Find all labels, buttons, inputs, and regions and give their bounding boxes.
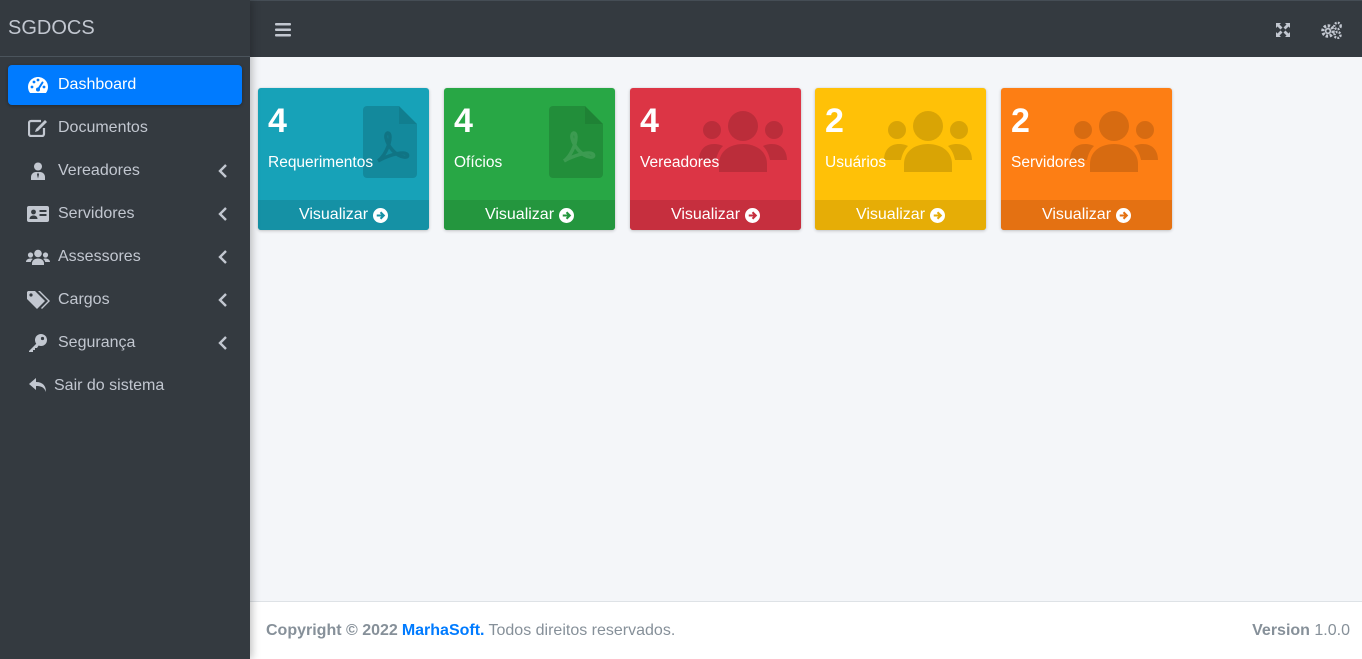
version-number: 1.0.0	[1314, 621, 1350, 639]
sidebar-item-label: Segurança	[58, 334, 136, 351]
arrow-circle-right-icon	[745, 207, 761, 223]
users-icon	[884, 111, 972, 172]
sidebar-item-dashboard[interactable]: Dashboard	[8, 65, 242, 105]
sidebar-menu: Dashboard Documentos Vereadores Servidor…	[0, 57, 250, 406]
sidebar-item-label: Documentos	[58, 119, 148, 136]
arrow-circle-right-icon	[559, 207, 575, 223]
card-view-link[interactable]: Visualizar	[258, 200, 429, 230]
card-label: Vereadores	[640, 154, 720, 171]
sidebar-item-label: Vereadores	[58, 162, 140, 179]
card-label: Ofícios	[454, 154, 503, 171]
sidebar-item-assessores[interactable]: Assessores	[8, 237, 242, 277]
copyright-text: Copyright © 2022	[266, 621, 398, 639]
version-info: Version 1.0.0	[1252, 622, 1350, 640]
expand-icon	[1276, 23, 1290, 37]
chevron-left-icon	[218, 207, 227, 221]
company-link[interactable]: MarhaSoft.	[402, 622, 485, 640]
card-label: Servidores	[1011, 154, 1086, 171]
top-navbar	[250, 0, 1362, 57]
card-view-link[interactable]: Visualizar	[444, 200, 615, 230]
view-link-label: Visualizar	[670, 206, 741, 223]
hamburger-icon	[275, 23, 291, 37]
arrow-circle-right-icon	[930, 207, 946, 223]
chevron-left-icon	[218, 293, 227, 307]
reply-icon	[26, 376, 50, 396]
cogs-icon	[1321, 21, 1342, 39]
card-view-link[interactable]: Visualizar	[630, 200, 801, 230]
card-label: Usuários	[825, 154, 887, 171]
id-card-icon	[26, 204, 50, 224]
chevron-left-icon	[218, 164, 227, 178]
sidebar-item-label: Cargos	[58, 291, 110, 308]
sidebar-item-seguranca[interactable]: Segurança	[8, 323, 242, 363]
card-vereadores: 4 Vereadores Visualizar	[630, 88, 801, 230]
sidebar-item-label: Sair do sistema	[54, 377, 165, 394]
arrow-circle-right-icon	[373, 207, 389, 223]
sidebar-item-servidores[interactable]: Servidores	[8, 194, 242, 234]
tags-icon	[26, 290, 50, 310]
card-count: 4	[640, 102, 659, 140]
sidebar-item-label: Servidores	[58, 205, 135, 222]
users-icon	[26, 247, 50, 267]
sidebar-item-documentos[interactable]: Documentos	[8, 108, 242, 148]
fullscreen-button[interactable]	[1272, 19, 1294, 41]
view-link-label: Visualizar	[298, 206, 369, 223]
card-servidores: 2 Servidores Visualizar	[1001, 88, 1172, 230]
sidebar-item-vereadores[interactable]: Vereadores	[8, 151, 242, 191]
card-count: 4	[268, 102, 287, 140]
key-icon	[26, 333, 50, 353]
card-oficios: 4 Ofícios Visualizar	[444, 88, 615, 230]
rights-text: Todos direitos reservados.	[488, 621, 676, 639]
card-view-link[interactable]: Visualizar	[1001, 200, 1172, 230]
sidebar-item-cargos[interactable]: Cargos	[8, 280, 242, 320]
card-count: 4	[454, 102, 473, 140]
sidebar-item-sair[interactable]: Sair do sistema	[8, 366, 242, 406]
user-tie-icon	[26, 161, 50, 181]
chevron-left-icon	[218, 250, 227, 264]
control-sidebar-button[interactable]	[1321, 19, 1343, 41]
sidebar-item-label: Dashboard	[58, 76, 137, 93]
view-link-label: Visualizar	[1041, 206, 1112, 223]
card-view-link[interactable]: Visualizar	[815, 200, 986, 230]
card-count: 2	[1011, 102, 1030, 140]
arrow-circle-right-icon	[1116, 207, 1132, 223]
card-usuarios: 2 Usuários Visualizar	[815, 88, 986, 230]
brand-logo[interactable]: SGDOCS	[0, 0, 250, 57]
view-link-label: Visualizar	[855, 206, 926, 223]
dashboard-icon	[26, 75, 50, 95]
edit-icon	[26, 118, 50, 138]
page-footer: Copyright © 2022 MarhaSoft. Todos direit…	[250, 601, 1362, 659]
file-pdf-icon	[549, 106, 603, 178]
sidebar: SGDOCS Dashboard Documentos Vereadores S…	[0, 0, 250, 659]
menu-toggle-button[interactable]	[272, 19, 294, 41]
card-requerimentos: 4 Requerimentos Visualizar	[258, 88, 429, 230]
version-label: Version	[1252, 621, 1310, 639]
dashboard-content: 4 Requerimentos Visualizar 4 Ofícios Vis…	[250, 57, 1362, 601]
card-label: Requerimentos	[268, 154, 374, 171]
view-link-label: Visualizar	[484, 206, 555, 223]
sidebar-item-label: Assessores	[58, 248, 141, 265]
card-count: 2	[825, 102, 844, 140]
chevron-left-icon	[218, 336, 227, 350]
